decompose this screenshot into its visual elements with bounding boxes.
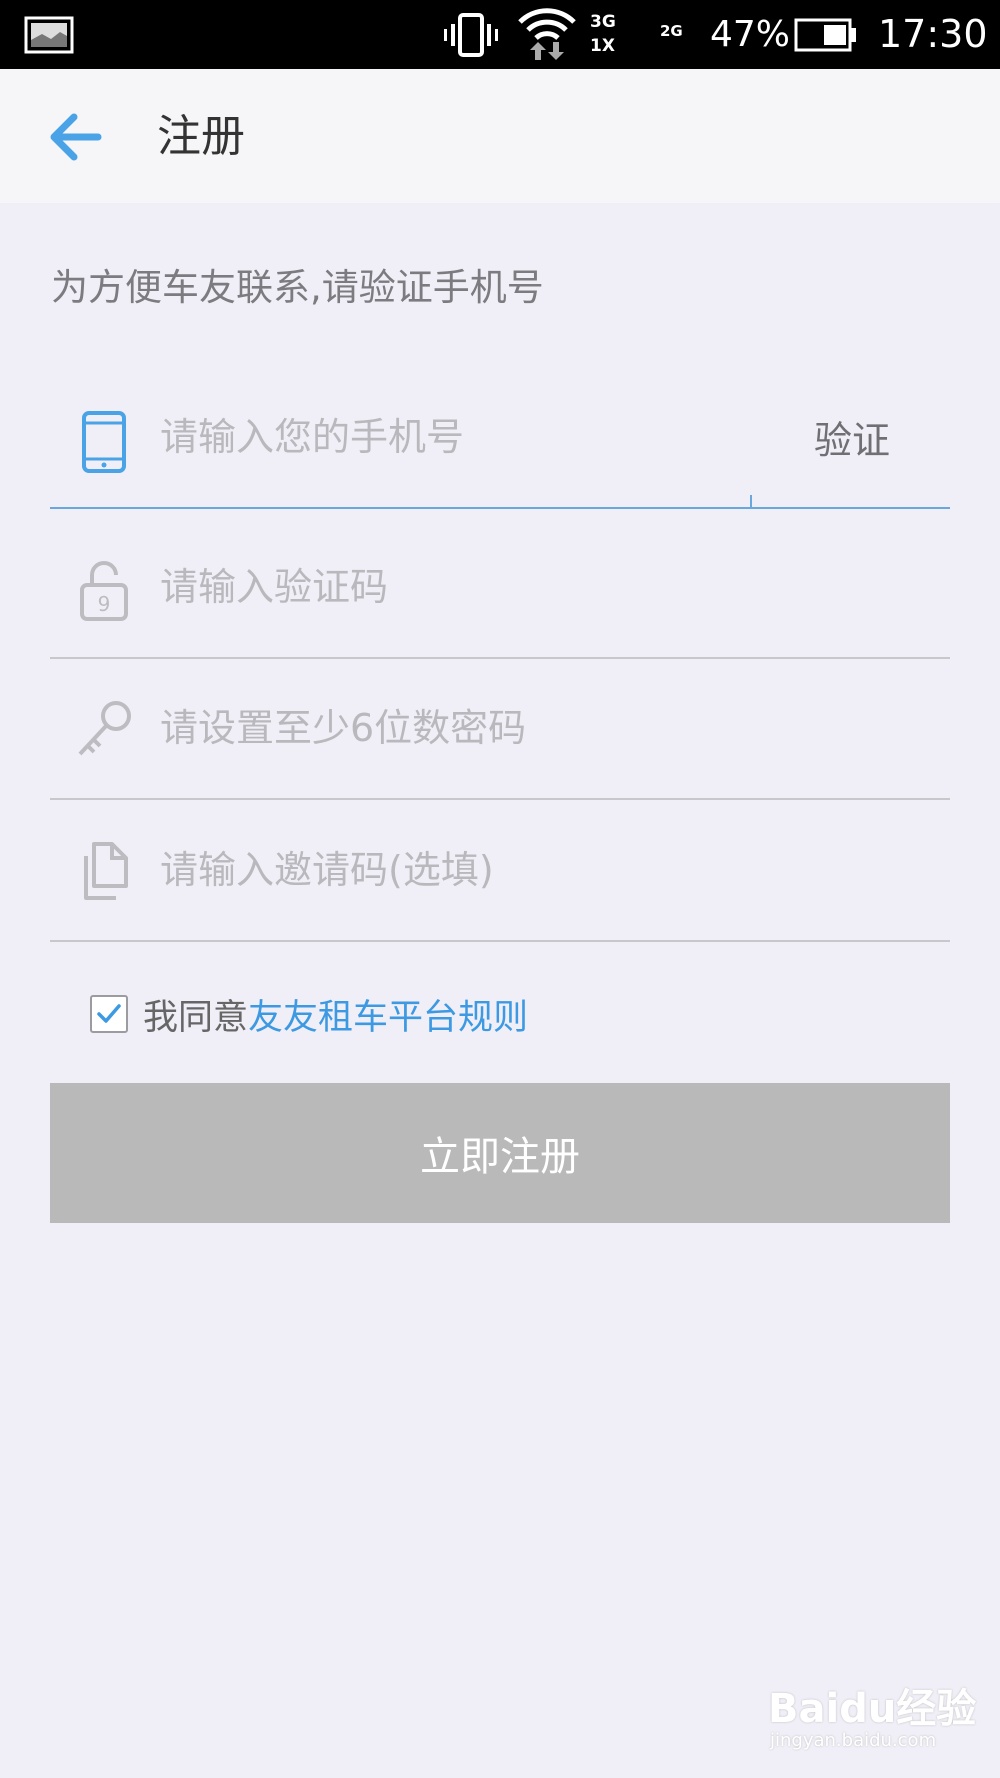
watermark-brand: Baidu经验 <box>768 1686 977 1732</box>
checkmark-icon <box>97 1004 121 1023</box>
verify-divider <box>750 495 752 507</box>
verification-code-input[interactable] <box>160 517 760 657</box>
documents-icon <box>84 842 128 900</box>
invite-code-input[interactable] <box>160 800 760 940</box>
gallery-notification-icon <box>24 16 74 54</box>
key-icon <box>78 701 131 756</box>
baidu-watermark: Baidu经验 jingyan.baidu.com <box>768 1672 978 1764</box>
password-input[interactable] <box>160 658 760 798</box>
watermark-url: jingyan.baidu.com <box>770 1730 937 1751</box>
back-arrow-icon[interactable] <box>48 109 108 165</box>
clock: 17:30 <box>878 12 988 56</box>
verify-button[interactable]: 验证 <box>750 367 950 507</box>
phone-verify-prompt: 为方便车友联系,请验证手机号 <box>51 266 544 309</box>
page-title: 注册 <box>157 111 245 162</box>
verify-button-label: 验证 <box>813 418 890 463</box>
vibrate-icon <box>444 13 498 57</box>
code-field: 9 <box>50 517 950 659</box>
register-button[interactable]: 立即注册 <box>50 1083 950 1223</box>
phone-field: 验证 <box>50 367 950 509</box>
agreement-row: 我同意 友友租车平台规则 <box>90 990 528 1038</box>
svg-text:9: 9 <box>98 592 111 616</box>
mobile-signal-icon: 3G 1X <box>590 12 616 56</box>
unlock-icon: 9 <box>80 561 128 621</box>
secondary-signal-icon: 2G <box>660 22 683 40</box>
phone-icon <box>82 411 126 473</box>
phone-input[interactable] <box>160 367 760 507</box>
status-bar: 3G 1X 2G 47% 17:30 <box>0 0 1000 69</box>
platform-rules-link[interactable]: 友友租车平台规则 <box>248 989 528 1040</box>
battery-percent: 47% <box>710 14 791 55</box>
wifi-icon <box>518 8 576 60</box>
password-field <box>50 658 950 800</box>
agreement-checkbox[interactable] <box>90 995 128 1033</box>
battery-icon <box>794 18 856 52</box>
invite-field <box>50 800 950 942</box>
app-bar: 注册 <box>0 69 1000 203</box>
agreement-prefix: 我同意 <box>143 997 249 1038</box>
